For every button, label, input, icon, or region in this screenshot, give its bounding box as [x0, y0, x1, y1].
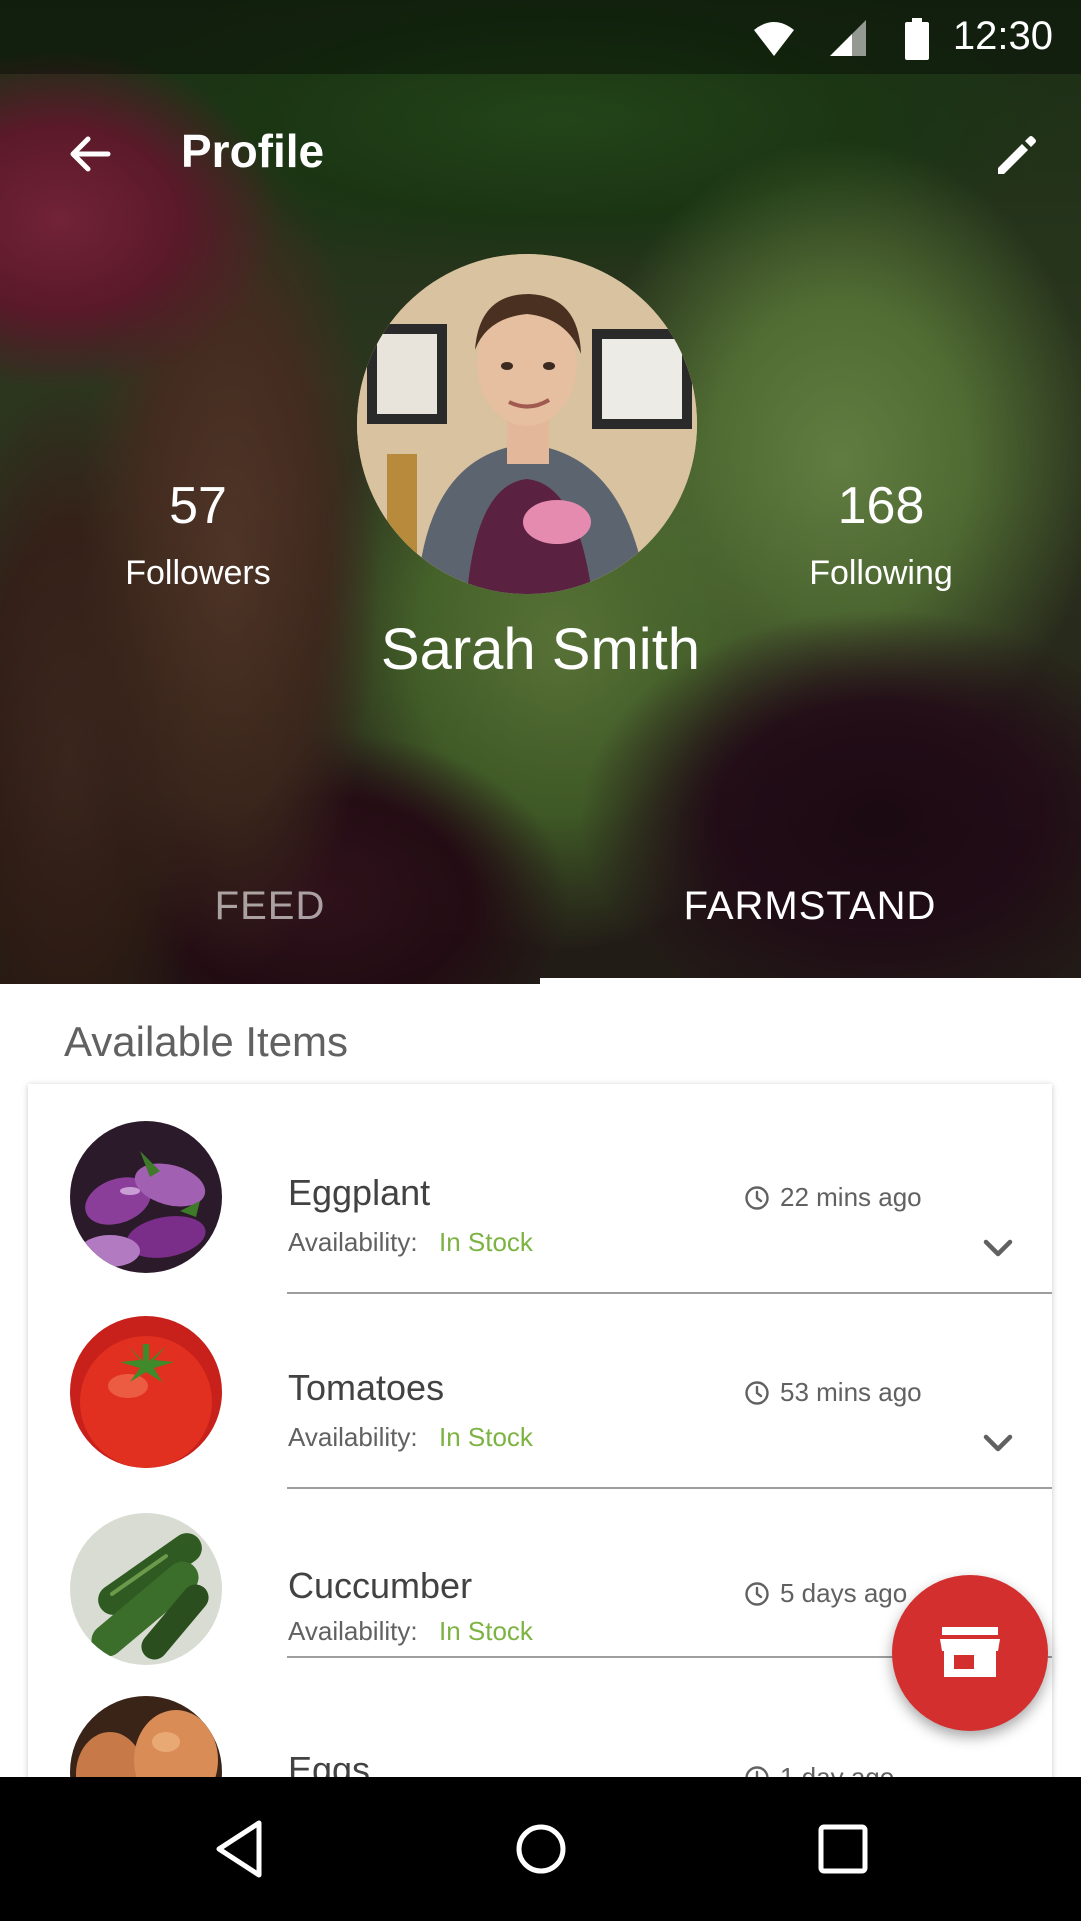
followers-stat[interactable]: 57 Followers — [78, 476, 318, 593]
availability-label: Availability: — [288, 1616, 418, 1646]
storefront-icon — [940, 1627, 1000, 1677]
following-label: Following — [809, 554, 953, 592]
profile-name: Sarah Smith — [380, 617, 701, 682]
arrow-back-icon[interactable] — [66, 131, 112, 177]
storefront-button[interactable] — [892, 1575, 1048, 1731]
availability-status: In Stock — [439, 1616, 533, 1646]
item-time: 5 days ago — [744, 1578, 907, 1609]
item-name: Eggplant — [288, 1172, 431, 1213]
item-time-text: 53 mins ago — [780, 1377, 922, 1407]
item-time: 22 mins ago — [744, 1182, 922, 1213]
followers-count: 57 — [169, 477, 227, 535]
profile-avatar — [357, 254, 697, 594]
item-time-text: 22 mins ago — [780, 1182, 922, 1212]
availability-status: In Stock — [439, 1422, 533, 1452]
nav-home-icon[interactable] — [509, 1817, 573, 1881]
item-name: Tomatoes — [288, 1367, 445, 1408]
following-count: 168 — [837, 477, 925, 535]
status-bar: 12:30 — [0, 0, 1081, 74]
tab-indicator — [540, 978, 1081, 984]
chevron-down-icon[interactable] — [980, 1425, 1016, 1461]
battery-icon — [905, 18, 929, 60]
clock-icon — [745, 1381, 769, 1405]
clock-icon — [745, 1186, 769, 1210]
item-thumbnail-eggplant — [70, 1121, 222, 1273]
nav-recents-icon[interactable] — [811, 1817, 875, 1881]
system-nav-bar — [0, 1777, 1081, 1921]
wifi-icon — [754, 22, 794, 56]
item-time-text: 5 days ago — [780, 1578, 908, 1608]
following-stat[interactable]: 168 Following — [761, 476, 1001, 593]
nav-back-icon[interactable] — [209, 1817, 273, 1881]
status-time: 12:30 — [952, 14, 1053, 58]
clock-icon — [745, 1582, 769, 1606]
tab-feed[interactable]: FEED — [0, 884, 540, 929]
item-thumbnail-tomatoes — [70, 1316, 222, 1468]
section-title: Available Items — [64, 1018, 349, 1065]
tab-farmstand[interactable]: FARMSTAND — [540, 884, 1080, 929]
list-item[interactable]: Tomatoes 53 mins ago Availability: In St… — [28, 1279, 1052, 1489]
items-card: Eggplant 22 mins ago Availability: In St… — [28, 1084, 1052, 1848]
item-time: 53 mins ago — [744, 1377, 922, 1408]
list-item[interactable]: Eggplant 22 mins ago Availability: In St… — [28, 1084, 1052, 1294]
profile-header: 12:30 Profile 57 Followers 168 Following… — [0, 0, 1081, 984]
availability-label: Availability: — [288, 1422, 418, 1452]
item-name: Cuccumber — [288, 1565, 473, 1606]
followers-label: Followers — [125, 554, 271, 592]
availability-label: Availability: — [288, 1227, 418, 1257]
pencil-edit-icon[interactable] — [994, 134, 1038, 178]
availability-status: In Stock — [439, 1227, 533, 1257]
item-thumbnail-cucumber — [70, 1513, 222, 1665]
page-title: Profile — [181, 125, 325, 177]
cell-signal-icon — [830, 20, 866, 56]
chevron-down-icon[interactable] — [980, 1230, 1016, 1266]
